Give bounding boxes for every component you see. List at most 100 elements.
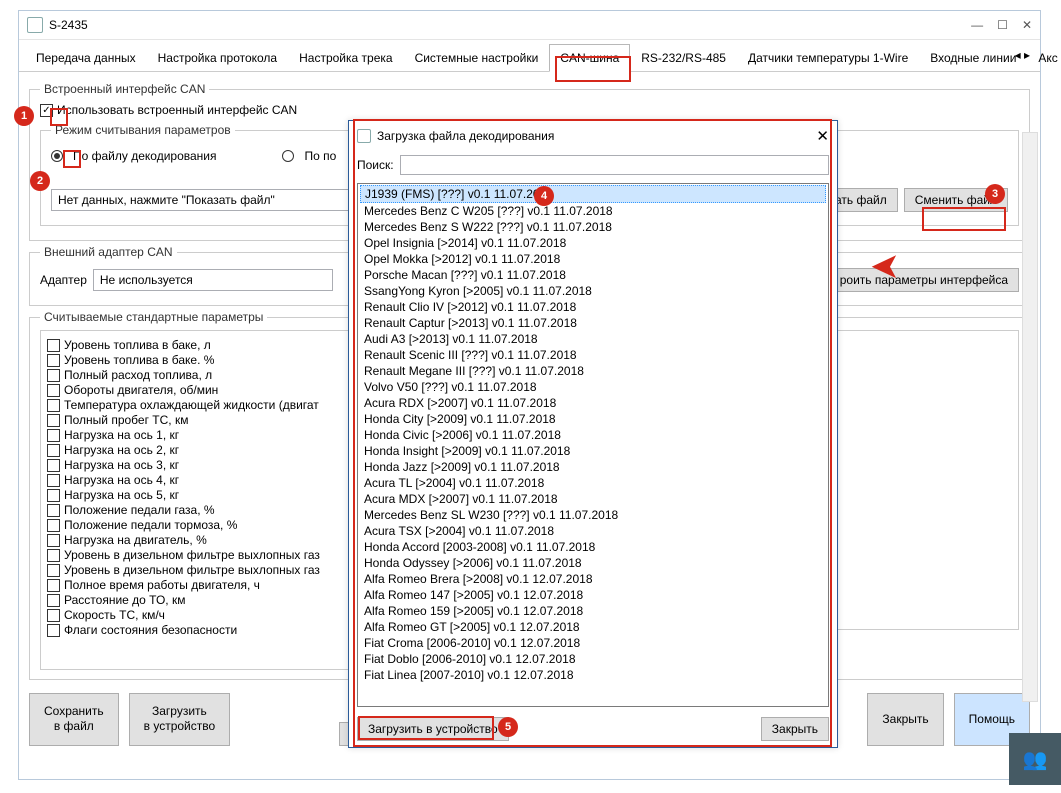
decode-file-item[interactable]: Honda Accord [2003-2008] v0.1 11.07.2018 <box>360 539 826 555</box>
adapter-label: Адаптер <box>40 273 87 287</box>
callout-5: 5 <box>498 717 518 737</box>
checkbox-icon <box>47 534 60 547</box>
tab-2[interactable]: Настройка трека <box>288 44 403 71</box>
callout-2: 2 <box>30 171 50 191</box>
ext-legend: Внешний адаптер CAN <box>40 245 177 259</box>
chat-widget-icon[interactable]: 👥 <box>1009 733 1061 785</box>
decode-file-item[interactable]: Opel Insignia [>2014] v0.1 11.07.2018 <box>360 235 826 251</box>
mode-file-label: По файлу декодирования <box>73 149 216 163</box>
checkbox-icon <box>47 564 60 577</box>
tab-4[interactable]: CAN-шина <box>549 44 630 72</box>
checkbox-icon <box>47 624 60 637</box>
param-label: Полный пробег ТС, км <box>64 413 188 427</box>
checkbox-icon <box>47 414 60 427</box>
decode-file-item[interactable]: Mercedes Benz SL W230 [???] v0.1 11.07.2… <box>360 507 826 523</box>
mode-po-radio[interactable]: По по <box>282 149 336 163</box>
checkbox-checked-icon: ✓ <box>40 104 53 117</box>
dialog-load-button[interactable]: Загрузить в устройство <box>357 717 509 741</box>
decode-file-item[interactable]: Renault Scenic III [???] v0.1 11.07.2018 <box>360 347 826 363</box>
checkbox-icon <box>47 384 60 397</box>
callout-1: 1 <box>14 106 34 126</box>
dialog-close-button[interactable]: Закрыть <box>761 717 829 741</box>
decode-file-item[interactable]: Acura MDX [>2007] v0.1 11.07.2018 <box>360 491 826 507</box>
param-label: Уровень топлива в баке, л <box>64 338 211 352</box>
param-label: Уровень в дизельном фильтре выхлопных га… <box>64 548 320 562</box>
decode-file-item[interactable]: Mercedes Benz S W222 [???] v0.1 11.07.20… <box>360 219 826 235</box>
dialog-title: Загрузка файла декодирования <box>377 129 554 143</box>
decode-file-list[interactable]: J1939 (FMS) [???] v0.1 11.07.2018Mercede… <box>357 183 829 707</box>
decode-file-dialog: Загрузка файла декодирования ✕ Поиск: J1… <box>348 120 838 748</box>
param-label: Уровень в дизельном фильтре выхлопных га… <box>64 563 320 577</box>
decode-file-item[interactable]: Mercedes Benz C W205 [???] v0.1 11.07.20… <box>360 203 826 219</box>
decode-file-item[interactable]: Fiat Linea [2007-2010] v0.1 12.07.2018 <box>360 667 826 683</box>
param-label: Положение педали тормоза, % <box>64 518 237 532</box>
dialog-close-icon[interactable]: ✕ <box>816 127 829 145</box>
minimize-icon[interactable]: — <box>971 18 983 32</box>
param-label: Полный расход топлива, л <box>64 368 212 382</box>
decode-file-item[interactable]: J1939 (FMS) [???] v0.1 11.07.2018 <box>360 185 826 203</box>
checkbox-icon <box>47 369 60 382</box>
param-label: Обороты двигателя, об/мин <box>64 383 218 397</box>
decode-file-item[interactable]: Renault Megane III [???] v0.1 11.07.2018 <box>360 363 826 379</box>
read-mode-legend: Режим считывания параметров <box>51 123 235 137</box>
decode-file-item[interactable]: Acura RDX [>2007] v0.1 11.07.2018 <box>360 395 826 411</box>
configure-interface-button[interactable]: роить параметры интерфейса <box>829 268 1019 292</box>
tab-5[interactable]: RS-232/RS-485 <box>630 44 737 71</box>
param-label: Нагрузка на ось 1, кг <box>64 428 179 442</box>
decode-file-item[interactable]: Honda Jazz [>2009] v0.1 11.07.2018 <box>360 459 826 475</box>
checkbox-icon <box>47 594 60 607</box>
decode-file-item[interactable]: Acura TL [>2004] v0.1 11.07.2018 <box>360 475 826 491</box>
decode-file-item[interactable]: Honda Insight [>2009] v0.1 11.07.2018 <box>360 443 826 459</box>
decode-file-item[interactable]: Porsche Macan [???] v0.1 11.07.2018 <box>360 267 826 283</box>
close-icon[interactable]: ✕ <box>1022 18 1032 32</box>
close-button[interactable]: Закрыть <box>867 693 943 746</box>
checkbox-icon <box>47 549 60 562</box>
param-label: Уровень топлива в баке. % <box>64 353 214 367</box>
checkbox-icon <box>47 579 60 592</box>
decode-file-item[interactable]: Fiat Doblo [2006-2010] v0.1 12.07.2018 <box>360 651 826 667</box>
decode-file-item[interactable]: SsangYong Kyron [>2005] v0.1 11.07.2018 <box>360 283 826 299</box>
checkbox-icon <box>47 504 60 517</box>
maximize-icon[interactable]: ☐ <box>997 18 1008 32</box>
load-to-device-button[interactable]: Загрузить в устройство <box>129 693 231 746</box>
decode-file-item[interactable]: Renault Captur [>2013] v0.1 11.07.2018 <box>360 315 826 331</box>
decode-file-item[interactable]: Opel Mokka [>2012] v0.1 11.07.2018 <box>360 251 826 267</box>
decode-file-item[interactable]: Volvo V50 [???] v0.1 11.07.2018 <box>360 379 826 395</box>
tab-0[interactable]: Передача данных <box>25 44 147 71</box>
tab-6[interactable]: Датчики температуры 1-Wire <box>737 44 919 71</box>
checkbox-icon <box>47 339 60 352</box>
tab-3[interactable]: Системные настройки <box>404 44 550 71</box>
decode-file-item[interactable]: Honda Odyssey [>2006] v0.1 11.07.2018 <box>360 555 826 571</box>
decode-file-item[interactable]: Honda City [>2009] v0.1 11.07.2018 <box>360 411 826 427</box>
param-label: Нагрузка на двигатель, % <box>64 533 207 547</box>
mode-file-radio[interactable]: По файлу декодирования <box>51 149 216 163</box>
param-label: Температура охлаждающей жидкости (двигат <box>64 398 319 412</box>
search-input[interactable] <box>400 155 829 175</box>
param-label: Положение педали газа, % <box>64 503 215 517</box>
decode-file-item[interactable]: Alfa Romeo 147 [>2005] v0.1 12.07.2018 <box>360 587 826 603</box>
callout-3: 3 <box>985 184 1005 204</box>
decode-file-item[interactable]: Fiat Croma [2006-2010] v0.1 12.07.2018 <box>360 635 826 651</box>
decode-file-item[interactable]: Alfa Romeo GT [>2005] v0.1 12.07.2018 <box>360 619 826 635</box>
tab-1[interactable]: Настройка протокола <box>147 44 289 71</box>
std-params-legend: Считываемые стандартные параметры <box>40 310 267 324</box>
use-builtin-can-checkbox[interactable]: ✓ Использовать встроенный интерфейс CAN <box>40 103 1019 117</box>
param-label: Расстояние до ТО, км <box>64 593 185 607</box>
adapter-select[interactable] <box>93 269 333 291</box>
tab-scroll-icon[interactable]: ◂ ▸ <box>1009 44 1036 66</box>
decode-file-item[interactable]: Audi A3 [>2013] v0.1 11.07.2018 <box>360 331 826 347</box>
param-label: Флаги состояния безопасности <box>64 623 237 637</box>
decode-file-item[interactable]: Alfa Romeo Brera [>2008] v0.1 12.07.2018 <box>360 571 826 587</box>
mode-po-label: По по <box>304 149 336 163</box>
decode-file-item[interactable]: Alfa Romeo 159 [>2005] v0.1 12.07.2018 <box>360 603 826 619</box>
param-label: Нагрузка на ось 2, кг <box>64 443 179 457</box>
checkbox-icon <box>47 399 60 412</box>
checkbox-icon <box>47 429 60 442</box>
checkbox-icon <box>47 354 60 367</box>
decode-file-item[interactable]: Acura TSX [>2004] v0.1 11.07.2018 <box>360 523 826 539</box>
decode-file-item[interactable]: Honda Civic [>2006] v0.1 11.07.2018 <box>360 427 826 443</box>
vertical-scrollbar[interactable] <box>1022 132 1038 702</box>
decode-file-item[interactable]: Renault Clio IV [>2012] v0.1 11.07.2018 <box>360 299 826 315</box>
param-label: Нагрузка на ось 5, кг <box>64 488 179 502</box>
save-to-file-button[interactable]: Сохранить в файл <box>29 693 119 746</box>
